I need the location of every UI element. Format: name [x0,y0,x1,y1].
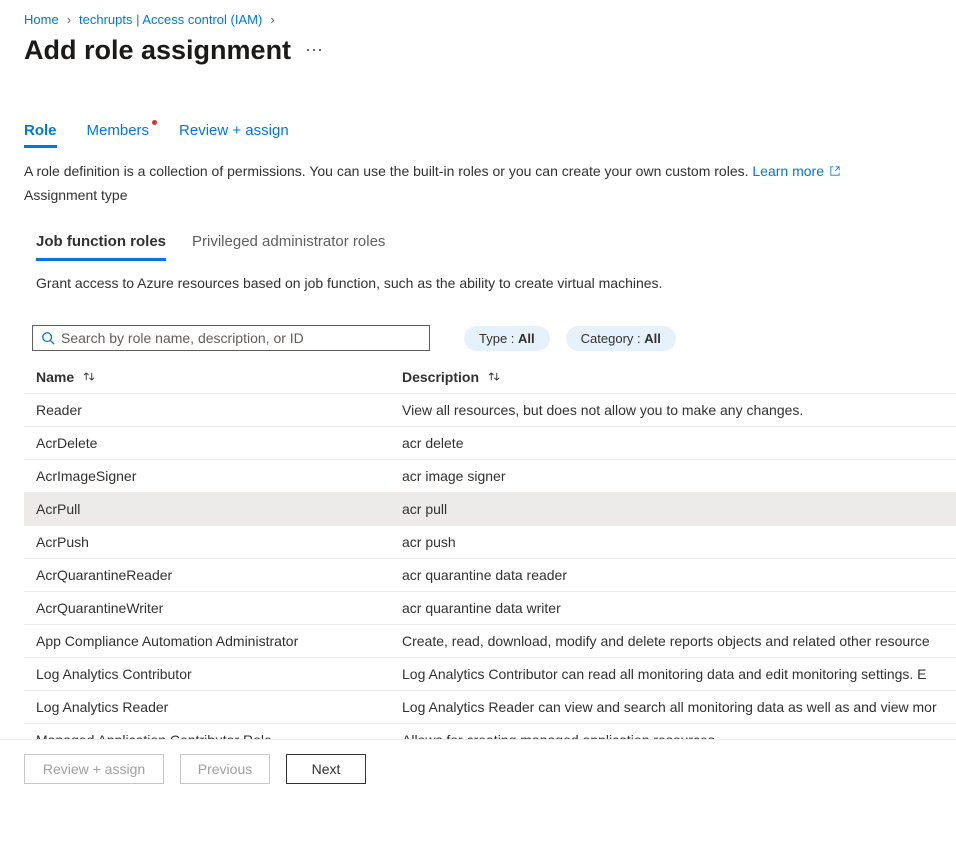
sort-icon [82,371,96,382]
intro-text: A role definition is a collection of per… [24,162,956,205]
previous-button[interactable]: Previous [180,754,270,784]
column-name-label: Name [36,369,74,385]
wizard-tabs: Role Members Review + assign [24,122,956,148]
filter-type[interactable]: Type : All [464,326,550,351]
wizard-footer: Review + assign Previous Next [0,739,956,798]
required-indicator-icon [152,120,157,125]
table-row[interactable]: App Compliance Automation AdministratorC… [24,624,956,657]
table-row[interactable]: AcrImageSigneracr image signer [24,459,956,492]
breadcrumb-resource[interactable]: techrupts | Access control (IAM) [79,12,262,27]
role-name: Reader [36,402,402,418]
learn-more-label: Learn more [752,163,824,179]
roles-table-header: Name Description [24,369,956,393]
tab-privileged-admin-roles[interactable]: Privileged administrator roles [192,233,385,261]
roles-table: Name Description ReaderView all resource… [24,369,956,739]
table-row[interactable]: ReaderView all resources, but does not a… [24,393,956,426]
column-desc-label: Description [402,369,479,385]
role-search-input[interactable] [55,329,421,347]
learn-more-link[interactable]: Learn more [752,163,839,179]
table-row[interactable]: AcrDeleteacr delete [24,426,956,459]
page-title: Add role assignment [24,35,291,66]
role-name: Log Analytics Contributor [36,666,402,682]
external-link-icon [830,166,840,176]
table-row[interactable]: AcrPushacr push [24,525,956,558]
table-row[interactable]: AcrQuarantineReaderacr quarantine data r… [24,558,956,591]
role-description: Allows for creating managed application … [402,732,944,739]
table-row[interactable]: Log Analytics ReaderLog Analytics Reader… [24,690,956,723]
tab-job-function-roles[interactable]: Job function roles [36,233,166,261]
role-description: acr push [402,534,944,550]
tab-role[interactable]: Role [24,122,57,148]
role-description: acr quarantine data writer [402,600,944,616]
next-button[interactable]: Next [286,754,366,784]
breadcrumb: Home › techrupts | Access control (IAM) … [24,12,956,27]
tab-review-assign[interactable]: Review + assign [179,122,289,148]
filter-category-label: Category : [581,331,645,346]
role-name: App Compliance Automation Administrator [36,633,402,649]
column-header-description[interactable]: Description [402,369,944,385]
role-search-box[interactable] [32,325,430,351]
review-assign-button[interactable]: Review + assign [24,754,164,784]
tab-members-label: Members [87,122,150,139]
chevron-right-icon: › [270,12,274,27]
search-icon [41,331,55,345]
filter-type-value: All [518,331,535,346]
filter-category-value: All [644,331,661,346]
role-name: Log Analytics Reader [36,699,402,715]
table-row[interactable]: Log Analytics ContributorLog Analytics C… [24,657,956,690]
filter-type-label: Type : [479,331,518,346]
chevron-right-icon: › [67,12,71,27]
table-row[interactable]: AcrPullacr pull [24,492,956,525]
role-name: AcrImageSigner [36,468,402,484]
role-name: AcrDelete [36,435,402,451]
breadcrumb-home[interactable]: Home [24,12,59,27]
role-description: acr delete [402,435,944,451]
tab-members[interactable]: Members [87,122,150,148]
more-actions-button[interactable]: ⋯ [305,40,325,61]
table-row[interactable]: AcrQuarantineWriteracr quarantine data w… [24,591,956,624]
role-description: acr image signer [402,468,944,484]
role-type-description: Grant access to Azure resources based on… [24,275,956,291]
role-description: Log Analytics Contributor can read all m… [402,666,944,682]
role-description: View all resources, but does not allow y… [402,402,944,418]
role-name: AcrPush [36,534,402,550]
role-description: acr quarantine data reader [402,567,944,583]
sort-icon [487,371,501,382]
role-name: Managed Application Contributor Role [36,732,402,739]
table-row[interactable]: Managed Application Contributor RoleAllo… [24,723,956,739]
role-name: AcrQuarantineWriter [36,600,402,616]
role-description: acr pull [402,501,944,517]
role-name: AcrPull [36,501,402,517]
role-type-tabs: Job function roles Privileged administra… [24,233,956,261]
role-description: Log Analytics Reader can view and search… [402,699,944,715]
filter-category[interactable]: Category : All [566,326,676,351]
role-description: Create, read, download, modify and delet… [402,633,944,649]
assignment-type-label: Assignment type [24,186,956,206]
role-name: AcrQuarantineReader [36,567,402,583]
intro-text-content: A role definition is a collection of per… [24,163,752,179]
column-header-name[interactable]: Name [36,369,402,385]
